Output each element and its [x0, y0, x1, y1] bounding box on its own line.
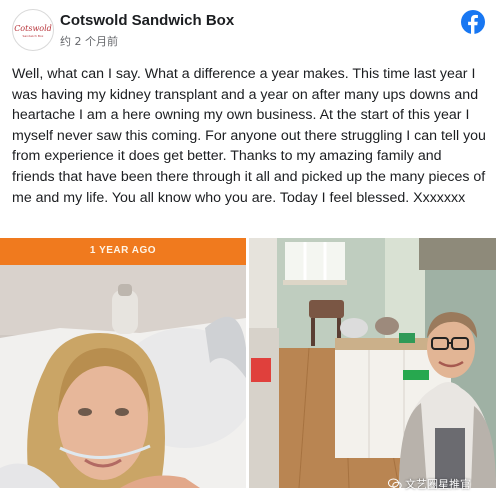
logo-text: Cotswold	[14, 24, 52, 33]
facebook-icon[interactable]	[461, 10, 485, 34]
logo-subtext: Sandwich Box	[23, 34, 44, 38]
page-avatar[interactable]: Cotswold Sandwich Box	[12, 9, 54, 51]
banner: 1 YEAR AGO	[0, 238, 246, 265]
page-logo: Cotswold Sandwich Box	[14, 11, 52, 49]
watermark: 文艺圈星推官	[388, 476, 471, 492]
hospital-selfie-photo[interactable]: 1 YEAR AGO	[0, 238, 246, 488]
kitchen-image	[249, 238, 496, 488]
page-name[interactable]: Cotswold Sandwich Box	[60, 12, 234, 29]
banner-label: 1 YEAR AGO	[89, 245, 157, 256]
hospital-selfie-image	[0, 238, 246, 488]
post-header: Cotswold Sandwich Box Cotswold Sandwich …	[0, 0, 496, 58]
kitchen-photo[interactable]	[249, 238, 496, 488]
post-timestamp[interactable]: 约 2 个月前	[60, 33, 118, 49]
wechat-icon	[388, 478, 402, 490]
post-text: Well, what can I say. What a difference …	[12, 66, 486, 206]
watermark-text: 文艺圈星推官	[405, 478, 471, 491]
